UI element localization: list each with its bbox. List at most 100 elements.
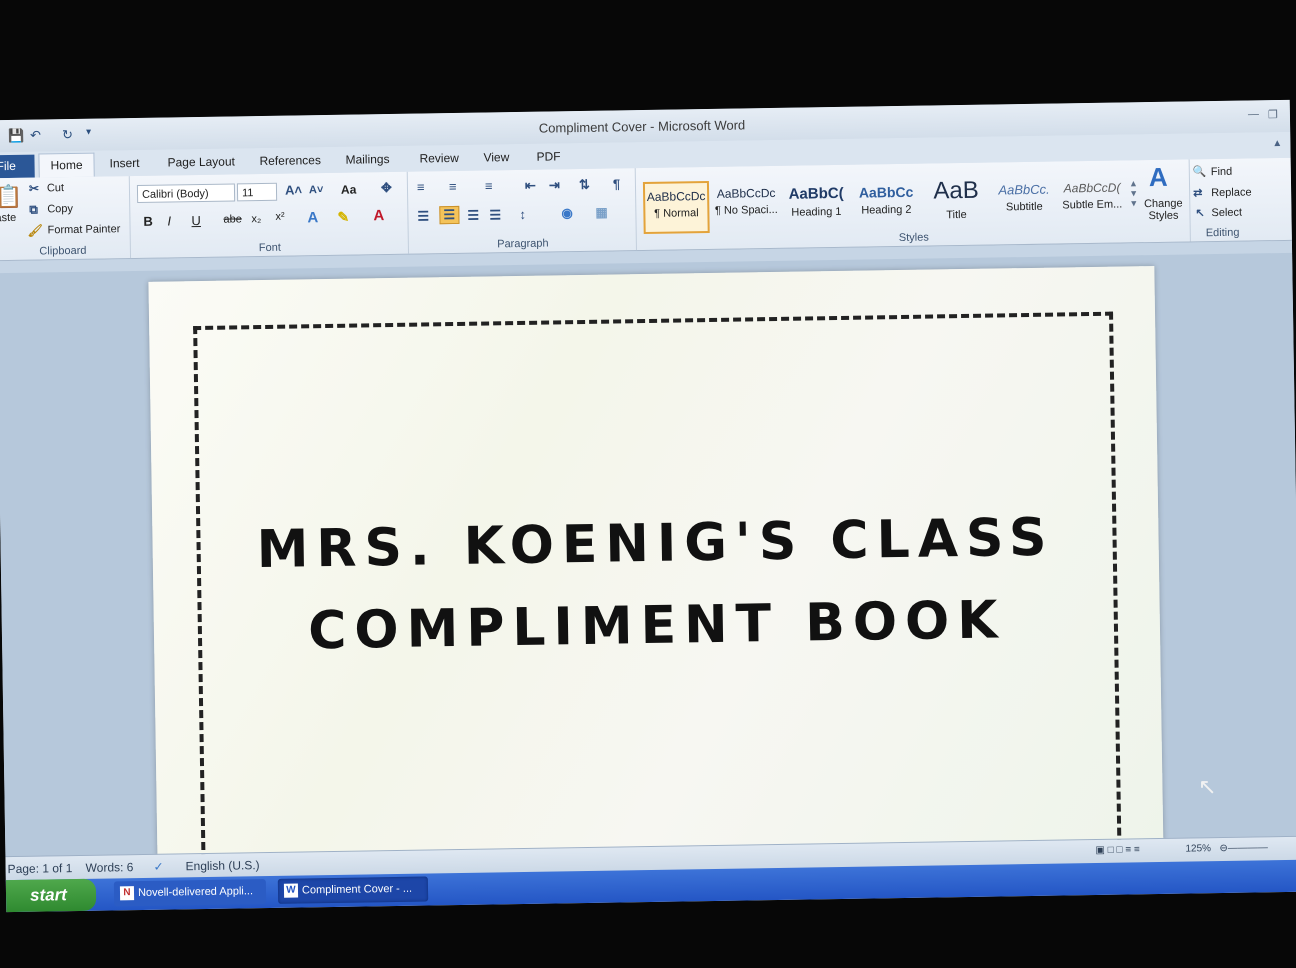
clipboard-label: Clipboard	[39, 244, 87, 258]
font-size-combo[interactable]: 11	[236, 182, 278, 202]
zoom-slider[interactable]: ⊖————	[1219, 842, 1268, 854]
taskbar-item-novell[interactable]: N Novell-delivered Appli...	[113, 879, 267, 907]
select-icon: ↖	[1195, 207, 1205, 220]
word-count[interactable]: Words: 6	[86, 860, 134, 875]
highlight-icon[interactable]: ✎	[337, 209, 349, 226]
style-sample: AaBbCcD(	[1063, 180, 1121, 196]
shading-icon[interactable]: ◉	[561, 205, 573, 221]
style-heading-1[interactable]: AaBbC( Heading 1	[783, 179, 850, 232]
font-group: Calibri (Body) 11 A˄ A˅ Aa ✥ B I U abe x…	[130, 171, 410, 259]
tab-page-layout[interactable]: Page Layout	[167, 154, 235, 169]
tab-review[interactable]: Review	[419, 151, 459, 166]
style-name: ¶ Normal	[654, 207, 699, 220]
language-status[interactable]: English (U.S.)	[185, 858, 259, 873]
start-button[interactable]: start	[5, 878, 97, 913]
superscript-button[interactable]: x²	[275, 211, 284, 223]
shrink-font-icon[interactable]: A˅	[309, 184, 324, 196]
format-painter-button[interactable]: Format Painter	[48, 223, 121, 236]
view-buttons-icon[interactable]: ▣ □ □ ≡ ≡	[1095, 844, 1139, 856]
style-sample: AaBbCcDc	[716, 185, 776, 201]
align-center-icon[interactable]: ☰	[439, 205, 460, 225]
show-marks-icon[interactable]: ¶	[613, 176, 620, 191]
tab-pdf[interactable]: PDF	[536, 149, 560, 163]
document-area: MRS. KOENIG'S CLASS COMPLIMENT BOOK	[0, 240, 1296, 887]
tab-home[interactable]: Home	[38, 152, 95, 178]
restore-window-icon[interactable]: ❐	[1268, 108, 1278, 121]
change-styles-icon: A	[1148, 161, 1168, 193]
increase-indent-icon[interactable]: ⇥	[549, 177, 560, 193]
style-sample: AaBbC(	[788, 184, 844, 203]
styles-scroll-icon[interactable]: ▲ ▼ ▼	[1129, 178, 1138, 208]
word-icon: W	[283, 883, 299, 898]
change-styles-button[interactable]: Change Styles	[1143, 198, 1183, 223]
paste-icon[interactable]: 📋	[0, 184, 23, 210]
clear-formatting-icon[interactable]: ✥	[381, 180, 392, 196]
style-subtitle[interactable]: AaBbCc. Subtitle	[991, 176, 1058, 229]
bold-button[interactable]: B	[143, 214, 153, 229]
find-button[interactable]: Find	[1211, 166, 1233, 178]
style-title[interactable]: AaB Title	[923, 177, 990, 230]
tab-view[interactable]: View	[483, 150, 509, 164]
multilevel-list-icon[interactable]: ≡	[485, 178, 493, 193]
paste-button[interactable]: aste	[0, 212, 16, 224]
tab-file[interactable]: File	[0, 154, 35, 179]
style-sample: AaB	[933, 176, 979, 205]
align-left-icon[interactable]: ☰	[417, 208, 429, 224]
line-spacing-icon[interactable]: ↕	[519, 207, 526, 222]
editing-group: 🔍 Find ⇄ Replace ↖ Select Editing	[1191, 158, 1292, 242]
select-button[interactable]: Select	[1211, 207, 1242, 219]
text-effects-icon[interactable]: A	[307, 209, 318, 226]
strikethrough-button[interactable]: abe	[223, 213, 242, 225]
grow-font-icon[interactable]: A˄	[285, 182, 302, 197]
style-sample: AaBbCc	[858, 183, 914, 201]
font-label: Font	[258, 241, 281, 255]
zoom-level[interactable]: 125%	[1185, 843, 1211, 854]
font-color-icon[interactable]: A	[373, 207, 384, 224]
justify-icon[interactable]: ☰	[489, 207, 501, 223]
style-name: Subtitle	[1005, 200, 1043, 214]
copy-button[interactable]: Copy	[47, 203, 73, 215]
font-name-combo[interactable]: Calibri (Body)	[136, 183, 236, 203]
tab-insert[interactable]: Insert	[109, 156, 139, 170]
page-count[interactable]: Page: 1 of 1	[8, 861, 73, 876]
copy-icon: ⧉	[29, 202, 38, 217]
help-chevron-icon[interactable]: ▲	[1272, 138, 1282, 149]
tab-mailings[interactable]: Mailings	[345, 152, 389, 167]
style-name: Subtle Em...	[1062, 198, 1123, 212]
style-sample: AaBbCcDc	[646, 189, 706, 204]
italic-button[interactable]: I	[167, 213, 171, 228]
style-name: Heading 1	[791, 205, 842, 219]
numbering-icon[interactable]: ≡	[449, 179, 457, 194]
align-right-icon[interactable]: ☰	[467, 208, 479, 224]
style-sample: AaBbCc.	[998, 181, 1050, 198]
style-subtle-emphasis[interactable]: AaBbCcD( Subtle Em...	[1059, 174, 1126, 227]
underline-button[interactable]: U	[191, 213, 201, 228]
taskbar-item-word[interactable]: W Compliment Cover - ...	[277, 876, 429, 904]
find-icon: 🔍	[1192, 166, 1207, 179]
decrease-indent-icon[interactable]: ⇤	[525, 178, 536, 194]
replace-icon: ⇄	[1193, 187, 1203, 200]
bullets-icon[interactable]: ≡	[417, 179, 425, 194]
minimize-ribbon-icon[interactable]: —	[1248, 108, 1259, 120]
paragraph-label: Paragraph	[497, 237, 549, 251]
taskbar-item-label: Novell-delivered Appli...	[137, 885, 254, 900]
style-normal[interactable]: AaBbCcDc ¶ Normal	[642, 181, 710, 235]
sort-icon[interactable]: ⇅	[579, 177, 590, 193]
change-case-button[interactable]: Aa	[341, 183, 357, 197]
style-name: ¶ No Spaci...	[714, 203, 778, 217]
document-page[interactable]: MRS. KOENIG'S CLASS COMPLIMENT BOOK	[148, 266, 1164, 887]
paragraph-group: ≡ ≡ ≡ ⇤ ⇥ ⇅ ¶ ☰ ☰ ☰ ☰ ↕ ◉ ▦ Paragraph	[408, 168, 637, 254]
app-icon: N	[119, 886, 135, 901]
mouse-pointer-icon: ↖	[1198, 774, 1217, 799]
style-no-spacing[interactable]: AaBbCcDc ¶ No Spaci...	[713, 180, 780, 233]
subscript-button[interactable]: x₂	[251, 213, 261, 225]
style-heading-2[interactable]: AaBbCc Heading 2	[853, 178, 920, 231]
proofing-icon[interactable]: ✓	[153, 860, 163, 874]
editing-label: Editing	[1205, 226, 1240, 240]
borders-icon[interactable]: ▦	[595, 205, 608, 221]
tab-references[interactable]: References	[259, 153, 321, 168]
cut-button[interactable]: Cut	[47, 182, 64, 194]
replace-button[interactable]: Replace	[1211, 186, 1252, 199]
format-painter-icon: 🖌	[27, 223, 43, 238]
styles-group: AaBbCcDc ¶ Normal AaBbCcDc ¶ No Spaci...…	[636, 159, 1191, 251]
